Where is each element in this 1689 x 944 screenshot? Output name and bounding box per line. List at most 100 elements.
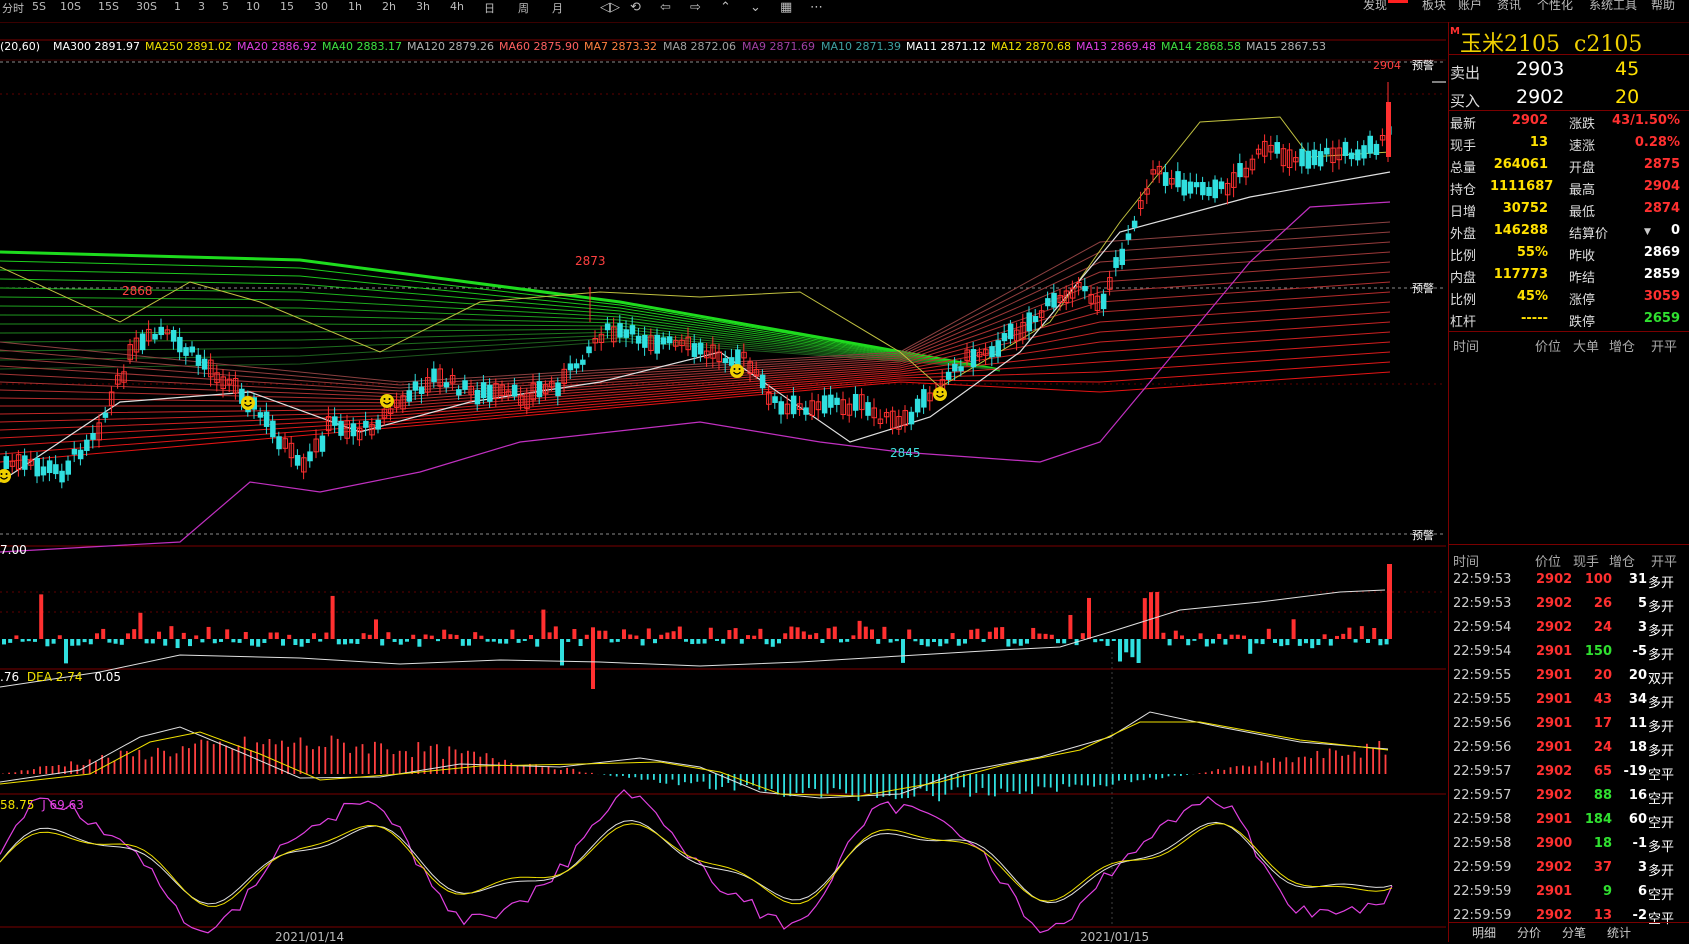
macd-bar bbox=[1385, 755, 1387, 774]
toolbar-icon-1[interactable]: ⟲ bbox=[630, 0, 641, 15]
bottom-tab-0[interactable]: 明细 bbox=[1472, 924, 1496, 941]
trade-oi-change: 60 bbox=[1629, 812, 1647, 827]
period-14[interactable]: 4h bbox=[450, 0, 464, 13]
period-4[interactable]: 30S bbox=[136, 0, 157, 13]
trade-time: 22:59:57 bbox=[1453, 788, 1511, 803]
volume-bar bbox=[27, 639, 31, 641]
volume-bar bbox=[591, 639, 595, 689]
volume-bar bbox=[672, 631, 676, 639]
candle-body bbox=[66, 461, 71, 474]
buy-row[interactable]: 买入 2902 20 bbox=[1450, 86, 1680, 112]
toolbar-icon-5[interactable]: ⌄ bbox=[750, 0, 761, 15]
macd-bar bbox=[318, 746, 320, 774]
candle-body bbox=[481, 383, 486, 398]
period-7[interactable]: 5 bbox=[222, 0, 229, 13]
volume-bar bbox=[1068, 615, 1072, 639]
volume-bar bbox=[14, 635, 18, 639]
trade-volume: 65 bbox=[1594, 764, 1612, 779]
trade-oi-change: -1 bbox=[1633, 836, 1647, 851]
macd-bar bbox=[579, 772, 581, 774]
toolbar-icon-7[interactable]: ⋯ bbox=[810, 0, 823, 15]
period-9[interactable]: 15 bbox=[280, 0, 294, 13]
candle-body bbox=[178, 337, 183, 351]
macd-bar bbox=[1254, 766, 1256, 774]
candle-body bbox=[1219, 182, 1224, 189]
candle-body bbox=[692, 344, 697, 357]
menu-0[interactable]: 发现 bbox=[1363, 0, 1387, 13]
menu-1[interactable]: 板块 bbox=[1422, 0, 1446, 13]
warn-label-3[interactable]: 预警 bbox=[1412, 527, 1434, 543]
volume-bar bbox=[1037, 634, 1041, 639]
period-10[interactable]: 30 bbox=[314, 0, 328, 13]
trade-volume: 150 bbox=[1585, 644, 1612, 659]
settle-dropdown-icon[interactable]: ▼ bbox=[1644, 227, 1651, 237]
menu-4[interactable]: 个性化 bbox=[1537, 0, 1573, 13]
volume-bar bbox=[1329, 639, 1333, 646]
stat-value-left-0: 2902 bbox=[1490, 113, 1548, 128]
period-8[interactable]: 10 bbox=[246, 0, 260, 13]
volume-bar bbox=[1174, 631, 1178, 639]
candle-body bbox=[1120, 249, 1125, 264]
candle-body bbox=[909, 412, 914, 424]
signal-smiley-icon bbox=[730, 364, 744, 378]
toolbar-icon-3[interactable]: ⇨ bbox=[690, 0, 701, 15]
volume-bar bbox=[951, 633, 955, 639]
menu-2[interactable]: 账户 bbox=[1458, 0, 1482, 13]
volume-bar bbox=[1261, 639, 1265, 644]
trade-oi-change: -2 bbox=[1633, 908, 1647, 923]
price-label-2845: 2845 bbox=[890, 446, 921, 460]
warn-label-2[interactable]: 预警 bbox=[1412, 280, 1434, 296]
macd-bar bbox=[858, 774, 860, 801]
period-5[interactable]: 1 bbox=[174, 0, 181, 13]
period-1[interactable]: 5S bbox=[32, 0, 46, 13]
toolbar-icon-4[interactable]: ⌃ bbox=[720, 0, 731, 15]
period-16[interactable]: 周 bbox=[518, 0, 529, 16]
volume-bar bbox=[510, 630, 514, 639]
volume-bar bbox=[529, 635, 533, 639]
menu-6[interactable]: 帮助 bbox=[1651, 0, 1675, 13]
kline-chart[interactable]: (20,60)MA300 2891.97MA250 2891.02MA20 28… bbox=[0, 22, 1446, 942]
trade-kind: 双开 bbox=[1648, 668, 1674, 687]
period-15[interactable]: 日 bbox=[484, 0, 495, 16]
menu-3[interactable]: 资讯 bbox=[1497, 0, 1521, 13]
candle-body bbox=[581, 360, 586, 364]
menu-5[interactable]: 系统工具 bbox=[1589, 0, 1637, 13]
period-3[interactable]: 15S bbox=[98, 0, 119, 13]
chart-canvas[interactable] bbox=[0, 22, 1446, 942]
volume-bar bbox=[70, 639, 74, 646]
trade-row: 22:59:592902373多开 bbox=[1450, 860, 1686, 880]
period-11[interactable]: 1h bbox=[348, 0, 362, 13]
toolbar-icon-0[interactable]: ◁▷ bbox=[600, 0, 620, 15]
bottom-tab-2[interactable]: 分笔 bbox=[1562, 924, 1586, 941]
volume-bar bbox=[436, 639, 440, 641]
volume-bar bbox=[858, 621, 862, 639]
bottom-tab-3[interactable]: 统计 bbox=[1607, 924, 1631, 941]
toolbar-icon-6[interactable]: ▦ bbox=[780, 0, 792, 15]
volume-bar bbox=[889, 639, 893, 643]
volume-bar bbox=[2, 639, 6, 644]
volume-bar bbox=[882, 627, 886, 639]
period-13[interactable]: 3h bbox=[416, 0, 430, 13]
macd-bar bbox=[107, 758, 109, 774]
candle-body bbox=[295, 456, 300, 466]
volume-bar bbox=[851, 635, 855, 639]
volume-bar bbox=[1248, 639, 1252, 654]
period-12[interactable]: 2h bbox=[382, 0, 396, 13]
period-2[interactable]: 10S bbox=[60, 0, 81, 13]
volume-bar bbox=[548, 632, 552, 639]
bottom-tab-1[interactable]: 分价 bbox=[1517, 924, 1541, 941]
sell-row[interactable]: 卖出 2903 45 bbox=[1450, 58, 1680, 84]
macd-bar bbox=[1236, 766, 1238, 774]
candle-body bbox=[630, 326, 635, 334]
macd-bar bbox=[734, 774, 736, 791]
volume-bar bbox=[957, 639, 961, 646]
macd-bar bbox=[262, 744, 264, 774]
warn-label-1[interactable]: 预警 bbox=[1412, 57, 1434, 73]
trade-row: 22:59:542901150-5多开 bbox=[1450, 644, 1686, 664]
period-17[interactable]: 月 bbox=[552, 0, 563, 16]
toolbar-icon-2[interactable]: ⇦ bbox=[660, 0, 671, 15]
period-0[interactable]: 分时 bbox=[2, 0, 24, 16]
candle-body bbox=[339, 421, 344, 435]
period-6[interactable]: 3 bbox=[198, 0, 205, 13]
volume-bar bbox=[256, 639, 260, 647]
